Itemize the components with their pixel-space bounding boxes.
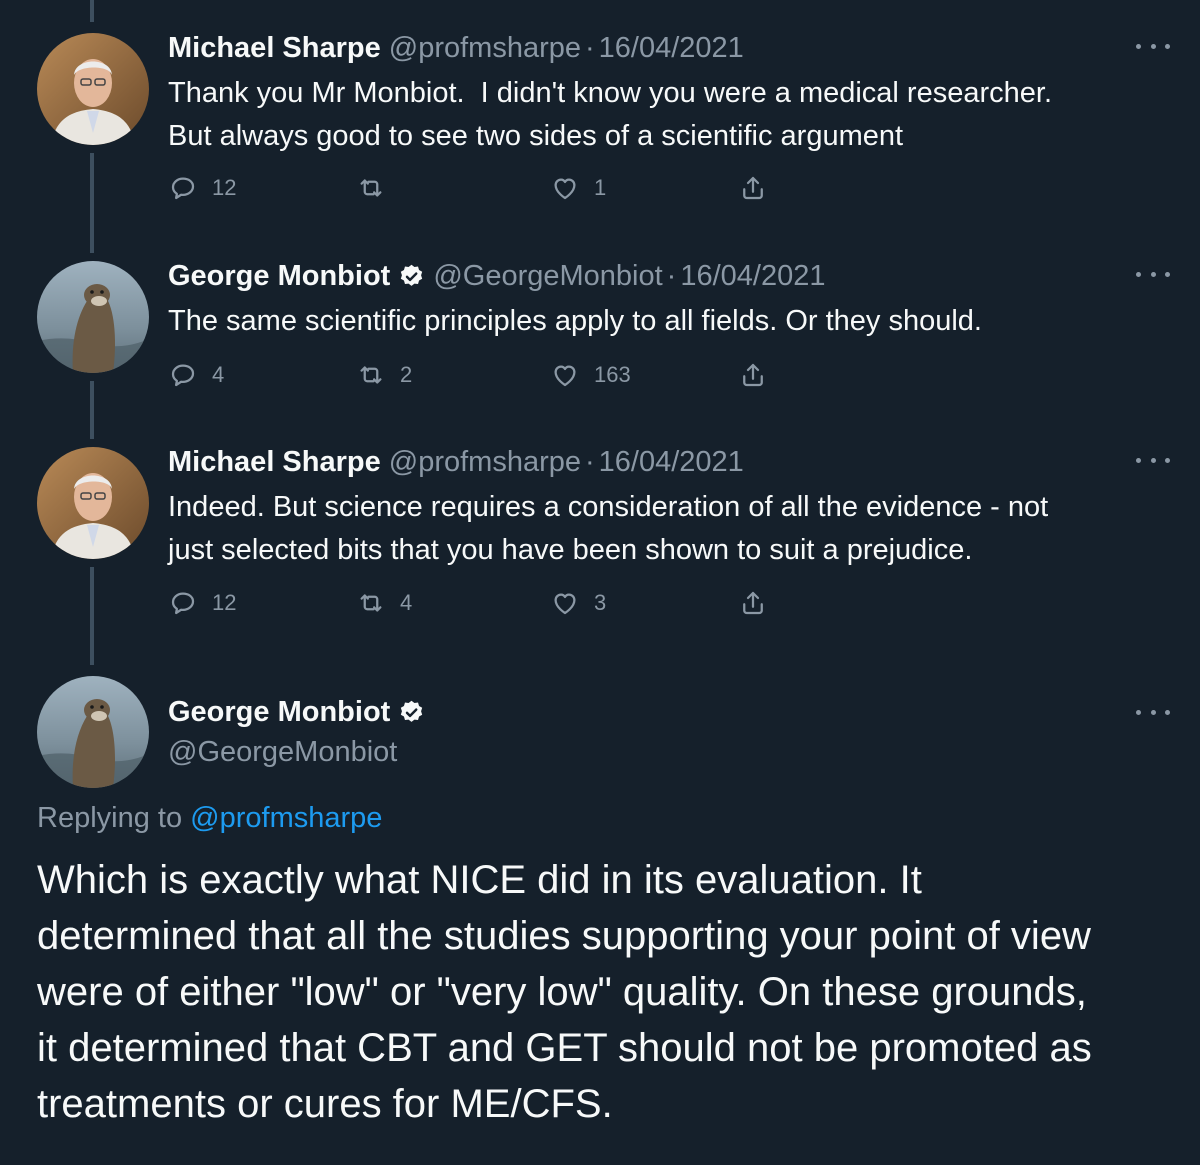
tweet-header: Michael Sharpe @profmsharpe · 16/04/2021 xyxy=(168,442,744,482)
heart-icon xyxy=(554,593,576,615)
share-button[interactable] xyxy=(738,585,768,621)
retweet-count: 2 xyxy=(400,362,413,387)
tweet-date[interactable]: 16/04/2021 xyxy=(599,32,744,65)
avatar[interactable] xyxy=(37,676,149,788)
retweet-button[interactable] xyxy=(356,170,400,206)
replying-to: Replying to @profmsharpe xyxy=(37,802,382,835)
tweet-header: George Monbiot @GeorgeMonbiot · 16/04/20… xyxy=(168,256,826,296)
share-icon xyxy=(743,363,763,387)
like-count: 3 xyxy=(594,590,607,615)
like-count: 163 xyxy=(594,362,631,387)
separator: · xyxy=(666,259,677,292)
tweet-text-line: But always good to see two sides of a sc… xyxy=(168,120,904,152)
thread-line-top xyxy=(90,0,94,22)
main-tweet[interactable]: George Monbiot @GeorgeMonbiot Replying t… xyxy=(0,674,1200,1165)
share-icon xyxy=(743,591,763,615)
thread-line-2 xyxy=(90,381,94,439)
author-handle[interactable]: @GeorgeMonbiot xyxy=(433,260,662,293)
reply-count: 12 xyxy=(212,590,237,615)
separator: · xyxy=(585,31,595,64)
author-name[interactable]: Michael Sharpe xyxy=(168,446,381,479)
tweet-text-line: treatments or cures for ME/CFS. xyxy=(37,1082,613,1126)
tweet-text-line: Which is exactly what NICE did in its ev… xyxy=(37,858,922,902)
replying-to-mention[interactable]: @profmsharpe xyxy=(190,802,382,834)
share-icon xyxy=(743,176,763,200)
heart-icon xyxy=(554,365,576,387)
avatar[interactable] xyxy=(37,33,149,145)
tweet-text-line: determined that all the studies supporti… xyxy=(37,914,1091,958)
reply-count: 4 xyxy=(212,362,225,387)
author-name[interactable]: George Monbiot xyxy=(168,696,390,729)
avatar[interactable] xyxy=(37,447,149,559)
retweet-button[interactable]: 2 xyxy=(356,357,412,393)
retweet-icon xyxy=(360,594,382,612)
tweet-text: Indeed. But science requires a considera… xyxy=(168,486,1158,572)
action-bar: 4 2 163 xyxy=(168,357,788,393)
tweet-text-line: it determined that CBT and GET should no… xyxy=(37,1026,1092,1070)
thread-line-1 xyxy=(90,153,94,253)
more-options-icon[interactable] xyxy=(1136,700,1170,724)
tweet-text: Thank you Mr Monbiot. I didn't know you … xyxy=(168,72,1158,158)
like-button[interactable]: 163 xyxy=(550,357,631,393)
tweet-text-line: Thank you Mr Monbiot. I didn't know you … xyxy=(168,77,1053,109)
author-name[interactable]: Michael Sharpe xyxy=(168,32,381,65)
person-portrait-icon xyxy=(37,33,149,145)
tweet-date[interactable]: 16/04/2021 xyxy=(680,260,825,293)
more-options-icon[interactable] xyxy=(1136,262,1170,286)
person-portrait-icon xyxy=(37,447,149,559)
reply-count: 12 xyxy=(212,175,237,200)
reply-button[interactable]: 4 xyxy=(168,357,224,393)
verified-badge-icon xyxy=(401,700,423,722)
action-bar: 12 1 xyxy=(168,170,788,206)
share-button[interactable] xyxy=(738,170,768,206)
otter-portrait-icon xyxy=(37,676,149,788)
separator: · xyxy=(585,445,595,478)
tweet-date[interactable]: 16/04/2021 xyxy=(599,446,744,479)
avatar[interactable] xyxy=(37,261,149,373)
reply-button[interactable]: 12 xyxy=(168,170,236,206)
tweet-text-line: Indeed. But science requires a considera… xyxy=(168,491,1049,523)
reply-icon xyxy=(171,592,195,615)
tweet-header: Michael Sharpe @profmsharpe · 16/04/2021 xyxy=(168,28,744,68)
thread-line-3 xyxy=(90,567,94,665)
retweet-icon xyxy=(360,179,382,197)
retweet-icon xyxy=(360,366,382,384)
action-bar: 12 4 3 xyxy=(168,585,788,621)
author-name[interactable]: George Monbiot xyxy=(168,260,390,293)
main-tweet-text: Which is exactly what NICE did in its ev… xyxy=(37,852,1177,1132)
heart-icon xyxy=(554,178,576,200)
tweet-text: The same scientific principles apply to … xyxy=(168,300,1158,343)
author-handle[interactable]: @profmsharpe xyxy=(389,446,581,479)
more-options-icon[interactable] xyxy=(1136,34,1170,58)
reply-button[interactable]: 12 xyxy=(168,585,236,621)
tweet-text-line: were of either "low" or "very low" quali… xyxy=(37,970,1087,1014)
author-name-row: George Monbiot xyxy=(168,692,425,732)
author-handle[interactable]: @GeorgeMonbiot xyxy=(168,732,425,772)
retweet-button[interactable]: 4 xyxy=(356,585,412,621)
replying-to-label: Replying to xyxy=(37,802,183,834)
author-block: George Monbiot @GeorgeMonbiot xyxy=(168,692,425,772)
like-button[interactable]: 1 xyxy=(550,170,606,206)
like-count: 1 xyxy=(594,175,607,200)
more-options-icon[interactable] xyxy=(1136,448,1170,472)
retweet-count: 4 xyxy=(400,590,413,615)
like-button[interactable]: 3 xyxy=(550,585,606,621)
author-handle[interactable]: @profmsharpe xyxy=(389,32,581,65)
share-button[interactable] xyxy=(738,357,768,393)
tweet-text-line: The same scientific principles apply to … xyxy=(168,305,982,337)
reply-icon xyxy=(171,177,195,200)
reply-icon xyxy=(171,364,195,387)
verified-badge-icon xyxy=(401,264,423,286)
tweet-text-line: just selected bits that you have been sh… xyxy=(168,534,973,566)
otter-portrait-icon xyxy=(37,261,149,373)
